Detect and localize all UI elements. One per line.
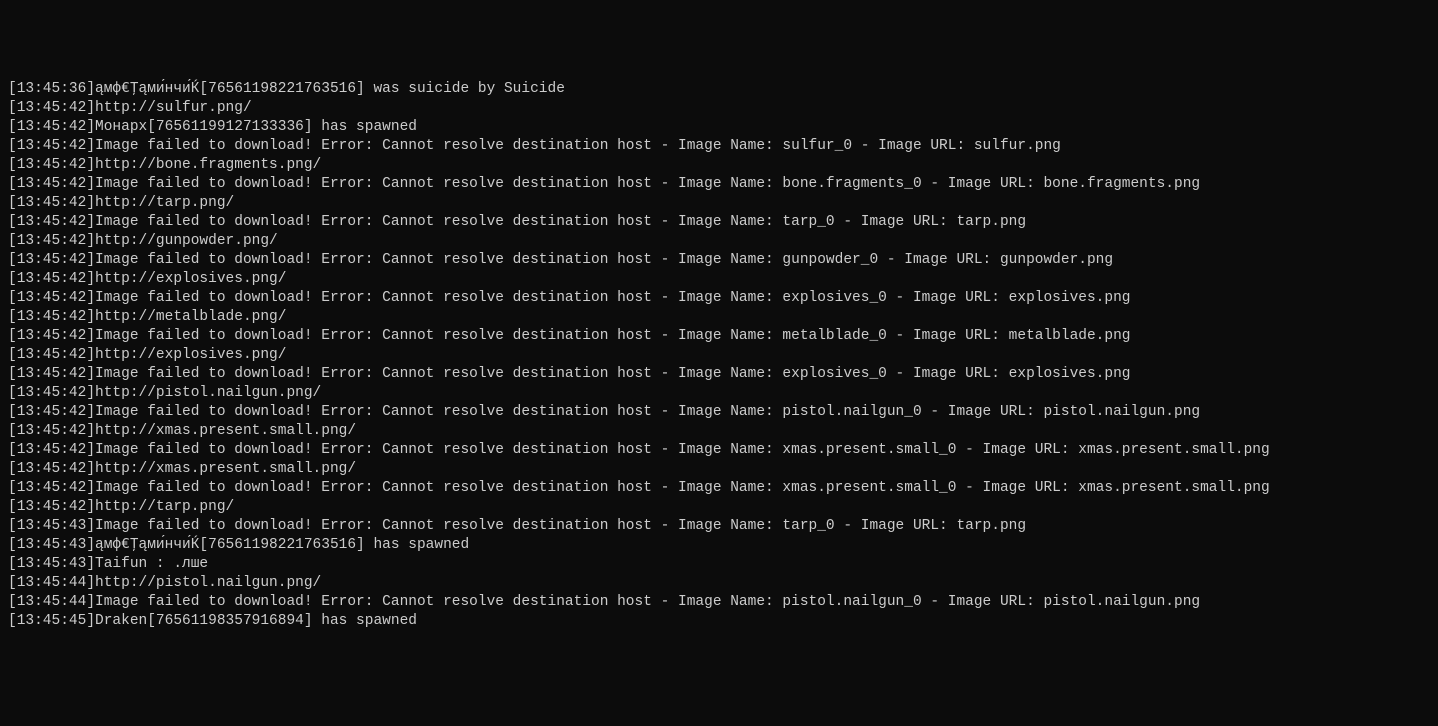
log-message: Image failed to download! Error: Cannot … <box>95 214 1026 230</box>
log-line: [13:45:42]Image failed to download! Erro… <box>8 251 1430 270</box>
log-message: http://metalblade.png/ <box>95 309 286 325</box>
log-timestamp: [13:45:42] <box>8 290 95 306</box>
log-timestamp: [13:45:43] <box>8 518 95 534</box>
log-message: Image failed to download! Error: Cannot … <box>95 518 1026 534</box>
log-line: [13:45:42]Image failed to download! Erro… <box>8 213 1430 232</box>
log-timestamp: [13:45:42] <box>8 100 95 116</box>
log-timestamp: [13:45:42] <box>8 309 95 325</box>
log-timestamp: [13:45:44] <box>8 575 95 591</box>
log-line: [13:45:42]http://bone.fragments.png/ <box>8 156 1430 175</box>
log-message: http://tarp.png/ <box>95 195 234 211</box>
log-line: [13:45:42]http://tarp.png/ <box>8 498 1430 517</box>
log-line: [13:45:42]Image failed to download! Erro… <box>8 137 1430 156</box>
log-message: http://bone.fragments.png/ <box>95 157 321 173</box>
log-timestamp: [13:45:42] <box>8 119 95 135</box>
log-line: [13:45:42]http://metalblade.png/ <box>8 308 1430 327</box>
log-line: [13:45:36]ąмф€Ţąми́нчи́Ќ[765611982217635… <box>8 80 1430 99</box>
log-line: [13:45:42]http://pistol.nailgun.png/ <box>8 384 1430 403</box>
log-message: ąмф€Ţąми́нчи́Ќ[76561198221763516] was su… <box>95 81 565 97</box>
log-message: Image failed to download! Error: Cannot … <box>95 404 1200 420</box>
log-timestamp: [13:45:42] <box>8 499 95 515</box>
log-timestamp: [13:45:42] <box>8 138 95 154</box>
log-message: Image failed to download! Error: Cannot … <box>95 176 1200 192</box>
log-line: [13:45:42]Image failed to download! Erro… <box>8 403 1430 422</box>
log-timestamp: [13:45:42] <box>8 404 95 420</box>
log-message: http://xmas.present.small.png/ <box>95 461 356 477</box>
log-line: [13:45:42]Image failed to download! Erro… <box>8 441 1430 460</box>
log-message: http://tarp.png/ <box>95 499 234 515</box>
log-timestamp: [13:45:43] <box>8 556 95 572</box>
log-line: [13:45:42]http://gunpowder.png/ <box>8 232 1430 251</box>
log-line: [13:45:44]Image failed to download! Erro… <box>8 593 1430 612</box>
log-line: [13:45:42]http://sulfur.png/ <box>8 99 1430 118</box>
log-message: Image failed to download! Error: Cannot … <box>95 328 1130 344</box>
log-timestamp: [13:45:43] <box>8 537 95 553</box>
log-line: [13:45:42]Image failed to download! Erro… <box>8 479 1430 498</box>
log-message: http://explosives.png/ <box>95 271 286 287</box>
log-timestamp: [13:45:42] <box>8 385 95 401</box>
log-message: Image failed to download! Error: Cannot … <box>95 366 1130 382</box>
log-line: [13:45:42]Image failed to download! Erro… <box>8 327 1430 346</box>
log-line: [13:45:42]Монарх[76561199127133336] has … <box>8 118 1430 137</box>
log-message: Image failed to download! Error: Cannot … <box>95 480 1270 496</box>
log-message: Image failed to download! Error: Cannot … <box>95 442 1270 458</box>
log-message: Draken[76561198357916894] has spawned <box>95 613 417 629</box>
log-message: http://explosives.png/ <box>95 347 286 363</box>
log-line: [13:45:43]Image failed to download! Erro… <box>8 517 1430 536</box>
log-timestamp: [13:45:42] <box>8 366 95 382</box>
log-timestamp: [13:45:42] <box>8 233 95 249</box>
log-timestamp: [13:45:42] <box>8 176 95 192</box>
log-line: [13:45:42]http://explosives.png/ <box>8 270 1430 289</box>
log-message: Image failed to download! Error: Cannot … <box>95 138 1061 154</box>
log-message: http://pistol.nailgun.png/ <box>95 575 321 591</box>
log-timestamp: [13:45:42] <box>8 271 95 287</box>
log-message: ąмф€Ţąми́нчи́Ќ[76561198221763516] has sp… <box>95 537 469 553</box>
log-timestamp: [13:45:42] <box>8 195 95 211</box>
log-timestamp: [13:45:42] <box>8 252 95 268</box>
log-message: http://xmas.present.small.png/ <box>95 423 356 439</box>
log-message: Image failed to download! Error: Cannot … <box>95 290 1130 306</box>
log-timestamp: [13:45:42] <box>8 480 95 496</box>
log-timestamp: [13:45:42] <box>8 328 95 344</box>
log-line: [13:45:43]ąмф€Ţąми́нчи́Ќ[765611982217635… <box>8 536 1430 555</box>
log-line: [13:45:42]http://xmas.present.small.png/ <box>8 460 1430 479</box>
log-line: [13:45:42]Image failed to download! Erro… <box>8 289 1430 308</box>
log-message: http://pistol.nailgun.png/ <box>95 385 321 401</box>
log-timestamp: [13:45:44] <box>8 594 95 610</box>
log-timestamp: [13:45:42] <box>8 157 95 173</box>
log-line: [13:45:42]http://explosives.png/ <box>8 346 1430 365</box>
log-timestamp: [13:45:45] <box>8 613 95 629</box>
log-message: Image failed to download! Error: Cannot … <box>95 594 1200 610</box>
log-line: [13:45:42]Image failed to download! Erro… <box>8 175 1430 194</box>
console-log-output: [13:45:36]ąмф€Ţąми́нчи́Ќ[765611982217635… <box>8 80 1430 631</box>
log-line: [13:45:42]Image failed to download! Erro… <box>8 365 1430 384</box>
log-message: Taifun : .лше <box>95 556 208 572</box>
log-message: Image failed to download! Error: Cannot … <box>95 252 1113 268</box>
log-line: [13:45:45]Draken[76561198357916894] has … <box>8 612 1430 631</box>
log-timestamp: [13:45:42] <box>8 442 95 458</box>
log-message: Монарх[76561199127133336] has spawned <box>95 119 417 135</box>
log-line: [13:45:42]http://tarp.png/ <box>8 194 1430 213</box>
log-timestamp: [13:45:36] <box>8 81 95 97</box>
log-timestamp: [13:45:42] <box>8 214 95 230</box>
log-timestamp: [13:45:42] <box>8 347 95 363</box>
log-message: http://sulfur.png/ <box>95 100 252 116</box>
log-timestamp: [13:45:42] <box>8 423 95 439</box>
log-line: [13:45:42]http://xmas.present.small.png/ <box>8 422 1430 441</box>
log-timestamp: [13:45:42] <box>8 461 95 477</box>
log-line: [13:45:43]Taifun : .лше <box>8 555 1430 574</box>
log-message: http://gunpowder.png/ <box>95 233 278 249</box>
